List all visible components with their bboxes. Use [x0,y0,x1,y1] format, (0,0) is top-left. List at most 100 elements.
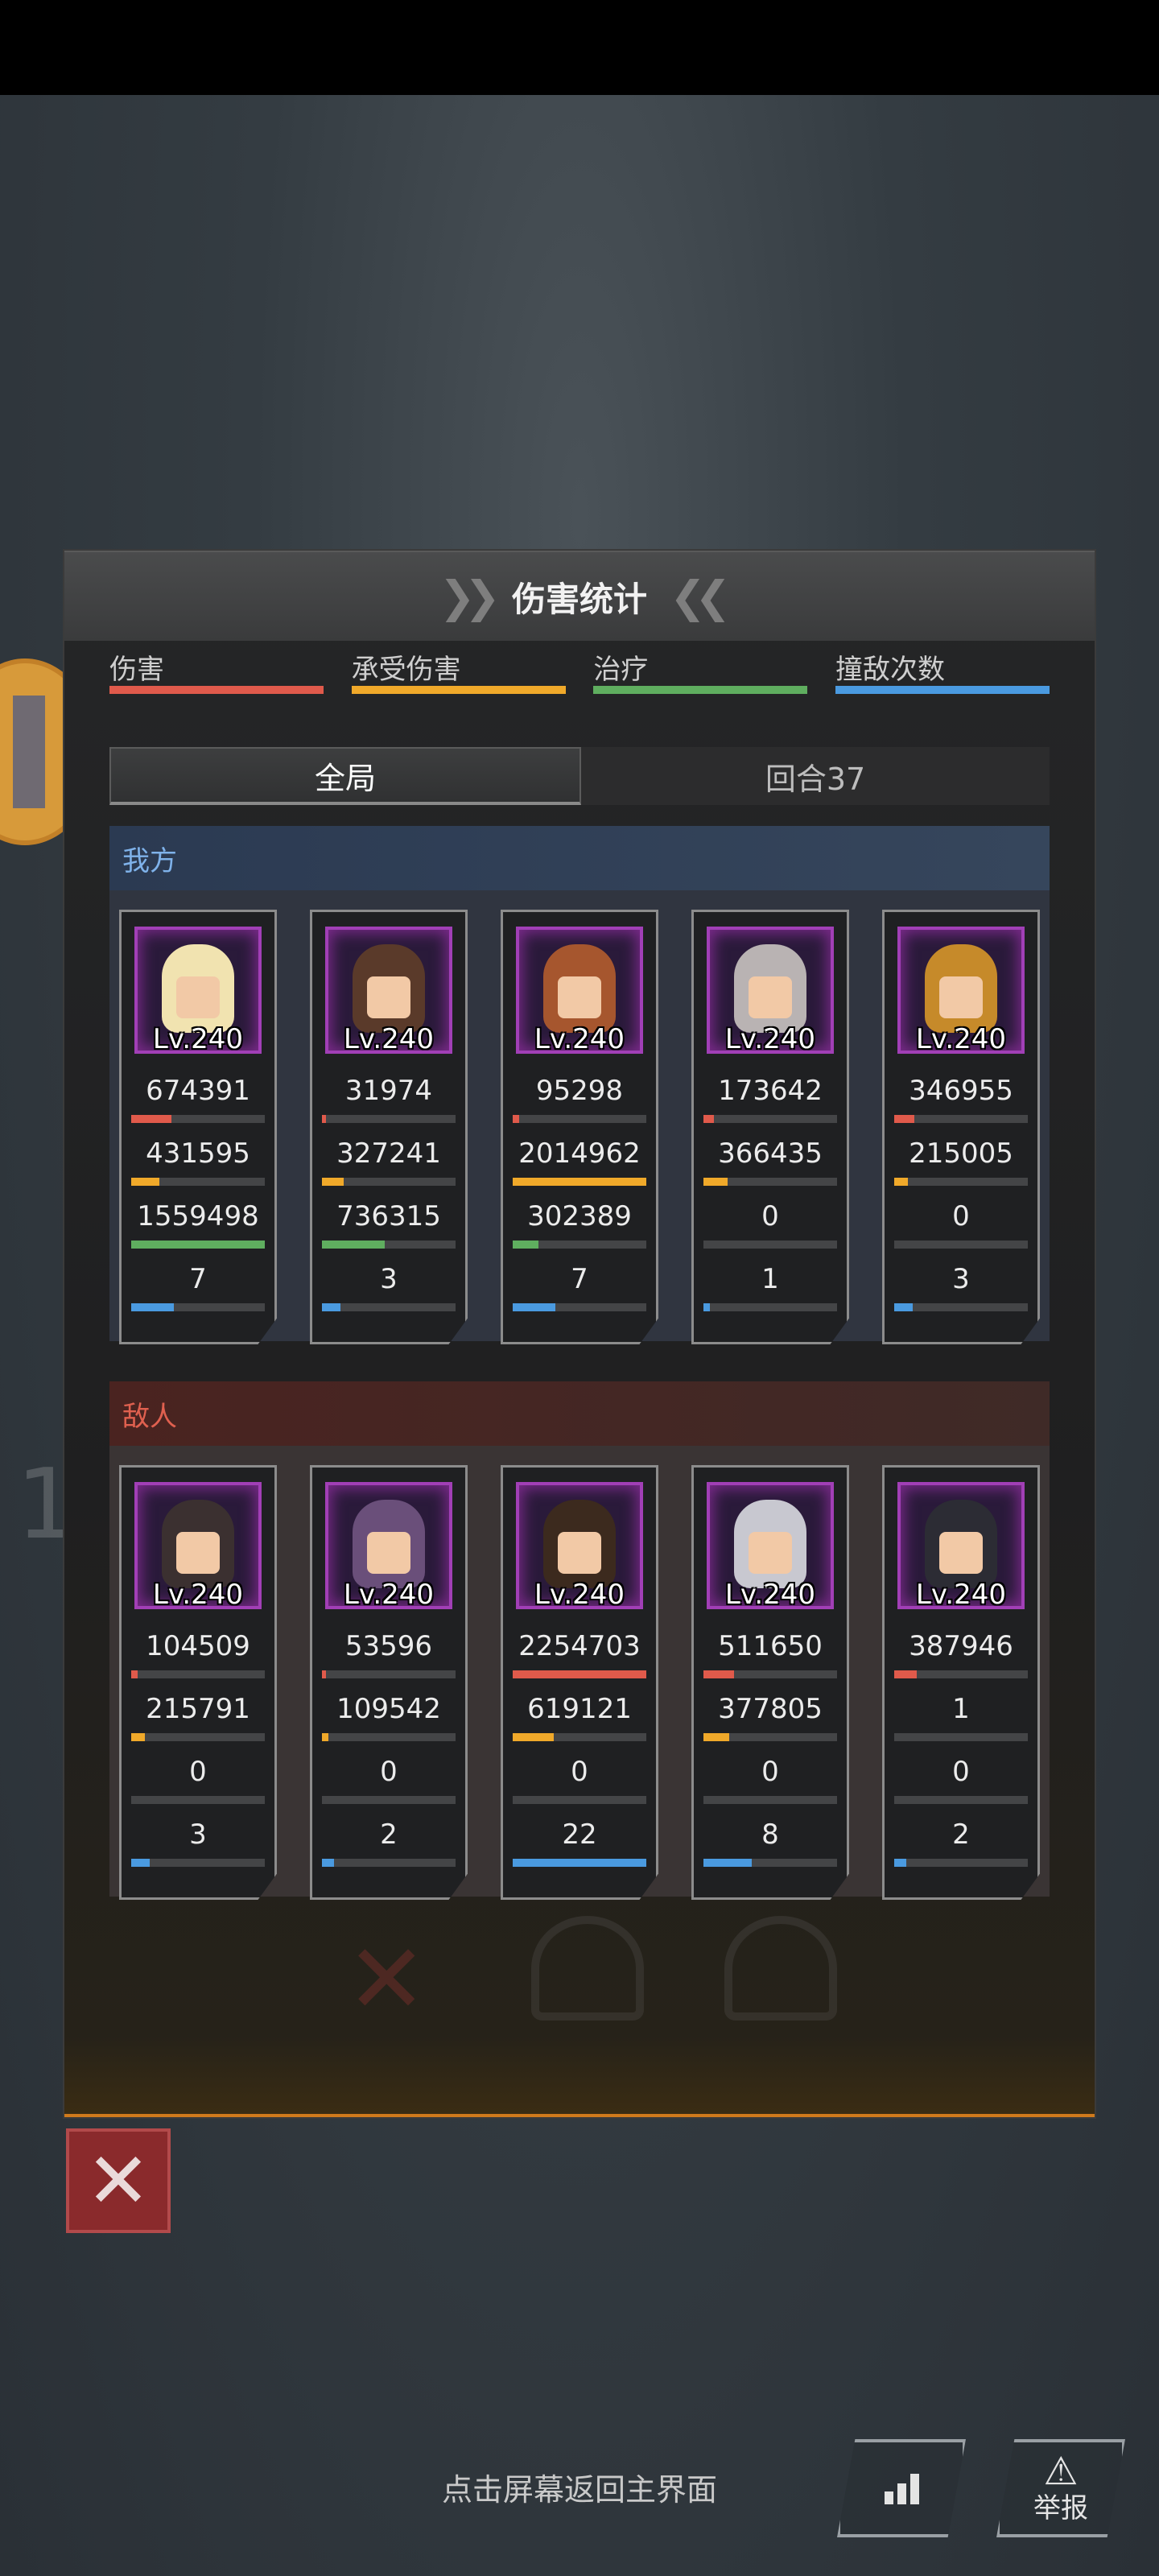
stat-healing-bar [894,1241,1028,1249]
stat-damage-bar [703,1670,837,1678]
return-hint[interactable]: 点击屏幕返回主界面 [0,2465,1159,2509]
stat-damage-taken-value: 366435 [718,1137,823,1170]
stat-healing-bar [703,1796,837,1804]
background-heart-decoration [531,1916,644,2021]
stat-damage-taken: 431595 [122,1133,274,1195]
stat-collisions: 2 [885,1814,1037,1876]
stat-damage-value: 104509 [146,1630,250,1662]
stat-collisions-bar [894,1859,1028,1867]
stat-collisions: 22 [503,1814,656,1876]
stat-healing-bar [513,1796,646,1804]
stat-damage-value: 674391 [146,1075,250,1107]
stat-damage-taken-value: 215791 [146,1693,250,1725]
unit-card[interactable]: Lv.240 31974 327241 736315 3 [310,910,468,1344]
stat-damage-taken-bar-fill [131,1178,159,1186]
stat-collisions: 7 [122,1258,274,1321]
stat-damage-bar-fill [703,1670,735,1678]
stat-damage-taken-value: 377805 [718,1693,823,1725]
stat-healing-bar-fill [322,1241,386,1249]
stat-damage-bar-fill [894,1670,918,1678]
chevron-left-icon: ❮❮ [670,571,731,622]
unit-card[interactable]: Lv.240 387946 1 0 2 [882,1465,1040,1900]
stat-collisions-bar [513,1859,646,1867]
report-label: 举报 [1033,2491,1088,2524]
stat-damage-taken-value: 1 [952,1693,970,1725]
stat-damage-taken-value: 2014962 [518,1137,641,1170]
stat-collisions-bar [322,1303,456,1311]
unit-level: Lv.240 [534,1023,625,1054]
stat-collisions-bar-fill [703,1859,752,1867]
stat-damage-taken: 619121 [503,1688,656,1751]
stat-collisions-bar-fill [131,1303,175,1311]
stat-damage-taken-bar-fill [322,1178,344,1186]
stat-healing: 0 [312,1751,465,1814]
stat-collisions-bar [322,1859,456,1867]
stat-healing: 0 [122,1751,274,1814]
stat-damage-taken-bar [131,1733,265,1741]
unit-level: Lv.240 [915,1023,1007,1054]
stat-damage: 674391 [122,1070,274,1133]
stat-collisions-value: 2 [952,1818,970,1851]
tab-overall[interactable]: 全局 [109,747,581,805]
unit-card[interactable]: Lv.240 511650 377805 0 8 [691,1465,849,1900]
stat-damage-taken-value: 431595 [146,1137,250,1170]
unit-portrait: Lv.240 [325,1482,452,1609]
stat-damage-value: 387946 [909,1630,1013,1662]
unit-level: Lv.240 [534,1579,625,1609]
stat-damage-bar [322,1115,456,1123]
stats-button[interactable] [837,2439,966,2537]
stat-damage: 104509 [122,1625,274,1688]
close-button[interactable]: ✕ [66,2128,171,2233]
report-button[interactable]: ⚠ 举报 [996,2439,1125,2537]
stat-healing-bar [894,1796,1028,1804]
unit-level: Lv.240 [343,1023,435,1054]
stat-damage-taken-bar-fill [703,1733,729,1741]
stat-healing-bar [131,1796,265,1804]
stat-healing-value: 0 [571,1756,588,1788]
stat-collisions-value: 1 [761,1263,779,1295]
unit-card[interactable]: Lv.240 346955 215005 0 3 [882,910,1040,1344]
ally-card-list: Lv.240 674391 431595 1559498 7 Lv.240 31974 327… [109,890,1050,1344]
stat-collisions-bar [703,1303,837,1311]
unit-card[interactable]: Lv.240 95298 2014962 302389 7 [501,910,658,1344]
stat-healing: 302389 [503,1195,656,1258]
stat-damage-taken-bar-fill [131,1733,145,1741]
stat-collisions-bar-fill [322,1303,341,1311]
stat-damage-bar [894,1670,1028,1678]
stat-collisions-bar-fill [703,1303,711,1311]
unit-card[interactable]: Lv.240 2254703 619121 0 22 [501,1465,658,1900]
stat-damage-taken-bar [894,1178,1028,1186]
stat-collisions-value: 3 [952,1263,970,1295]
stat-damage-bar-fill [322,1115,326,1123]
stat-damage-taken-bar-fill [322,1733,329,1741]
unit-level: Lv.240 [152,1579,244,1609]
enemy-card-list: Lv.240 104509 215791 0 3 Lv.240 53596 109542 0 2 L… [109,1446,1050,1900]
stat-damage: 53596 [312,1625,465,1688]
unit-card[interactable]: Lv.240 674391 431595 1559498 7 [119,910,277,1344]
stat-healing: 0 [694,1195,847,1258]
unit-card[interactable]: Lv.240 53596 109542 0 2 [310,1465,468,1900]
unit-portrait: Lv.240 [134,927,262,1054]
stat-healing-bar [131,1241,265,1249]
stat-collisions-bar-fill [513,1303,556,1311]
stat-damage-bar [703,1115,837,1123]
unit-card[interactable]: Lv.240 104509 215791 0 3 [119,1465,277,1900]
stat-damage: 346955 [885,1070,1037,1133]
stat-collisions: 3 [122,1814,274,1876]
section-enemies: 敌人 [109,1381,1050,1446]
tab-round[interactable]: 回合37 [581,747,1050,805]
stat-collisions-bar-fill [131,1859,151,1867]
unit-level: Lv.240 [915,1579,1007,1609]
stat-collisions-bar [703,1859,837,1867]
stat-damage-taken: 327241 [312,1133,465,1195]
stat-damage: 387946 [885,1625,1037,1688]
stat-damage-taken-bar-fill [703,1178,728,1186]
panel-title: 伤害统计 [511,579,647,619]
stat-damage-value: 53596 [344,1630,433,1662]
stat-collisions-value: 22 [562,1818,597,1851]
stat-damage-taken-bar [894,1733,1028,1741]
stat-collisions: 8 [694,1814,847,1876]
stat-healing-value: 736315 [336,1200,441,1232]
stat-collisions-value: 2 [380,1818,398,1851]
unit-card[interactable]: Lv.240 173642 366435 0 1 [691,910,849,1344]
